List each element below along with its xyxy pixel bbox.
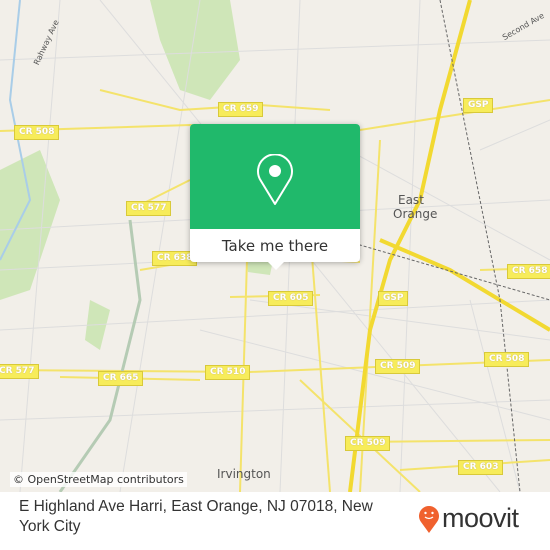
map-attribution[interactable]: © OpenStreetMap contributors — [10, 472, 187, 487]
road-shield: CR 577 — [126, 201, 172, 216]
moovit-logo[interactable]: moovit — [418, 503, 519, 534]
popup-header — [190, 124, 360, 229]
popup-pointer — [268, 262, 284, 270]
map-pin-icon — [257, 154, 293, 205]
place-label: East — [398, 193, 424, 207]
road-shield: CR 659 — [218, 102, 264, 117]
location-popup: Take me there — [190, 124, 360, 270]
road-shield: GSP — [463, 98, 494, 113]
road-shield: CR 577 — [0, 364, 40, 379]
road-shield: CR 508 — [14, 125, 60, 140]
road-shield: CR 508 — [484, 352, 530, 367]
place-label: Irvington — [217, 467, 271, 481]
road-shield: CR 510 — [205, 365, 251, 380]
map[interactable]: CR 659 CR 508 CR 577 CR 638 CR 605 CR 51… — [0, 0, 550, 492]
road-shield: CR 509 — [375, 359, 421, 374]
address-text: E Highland Ave Harri, East Orange, NJ 07… — [19, 498, 373, 535]
road-shield: CR 658 — [507, 264, 550, 279]
take-me-there-button[interactable]: Take me there — [190, 229, 360, 262]
logo-text: moovit — [442, 503, 519, 533]
place-label: Orange — [393, 207, 438, 221]
road-shield: GSP — [378, 291, 409, 306]
road-shield: CR 605 — [268, 291, 314, 306]
road-shield: CR 509 — [345, 436, 391, 451]
road-shield: CR 603 — [458, 460, 504, 475]
moovit-pin-icon — [419, 505, 439, 533]
road-shield: CR 665 — [98, 371, 144, 386]
